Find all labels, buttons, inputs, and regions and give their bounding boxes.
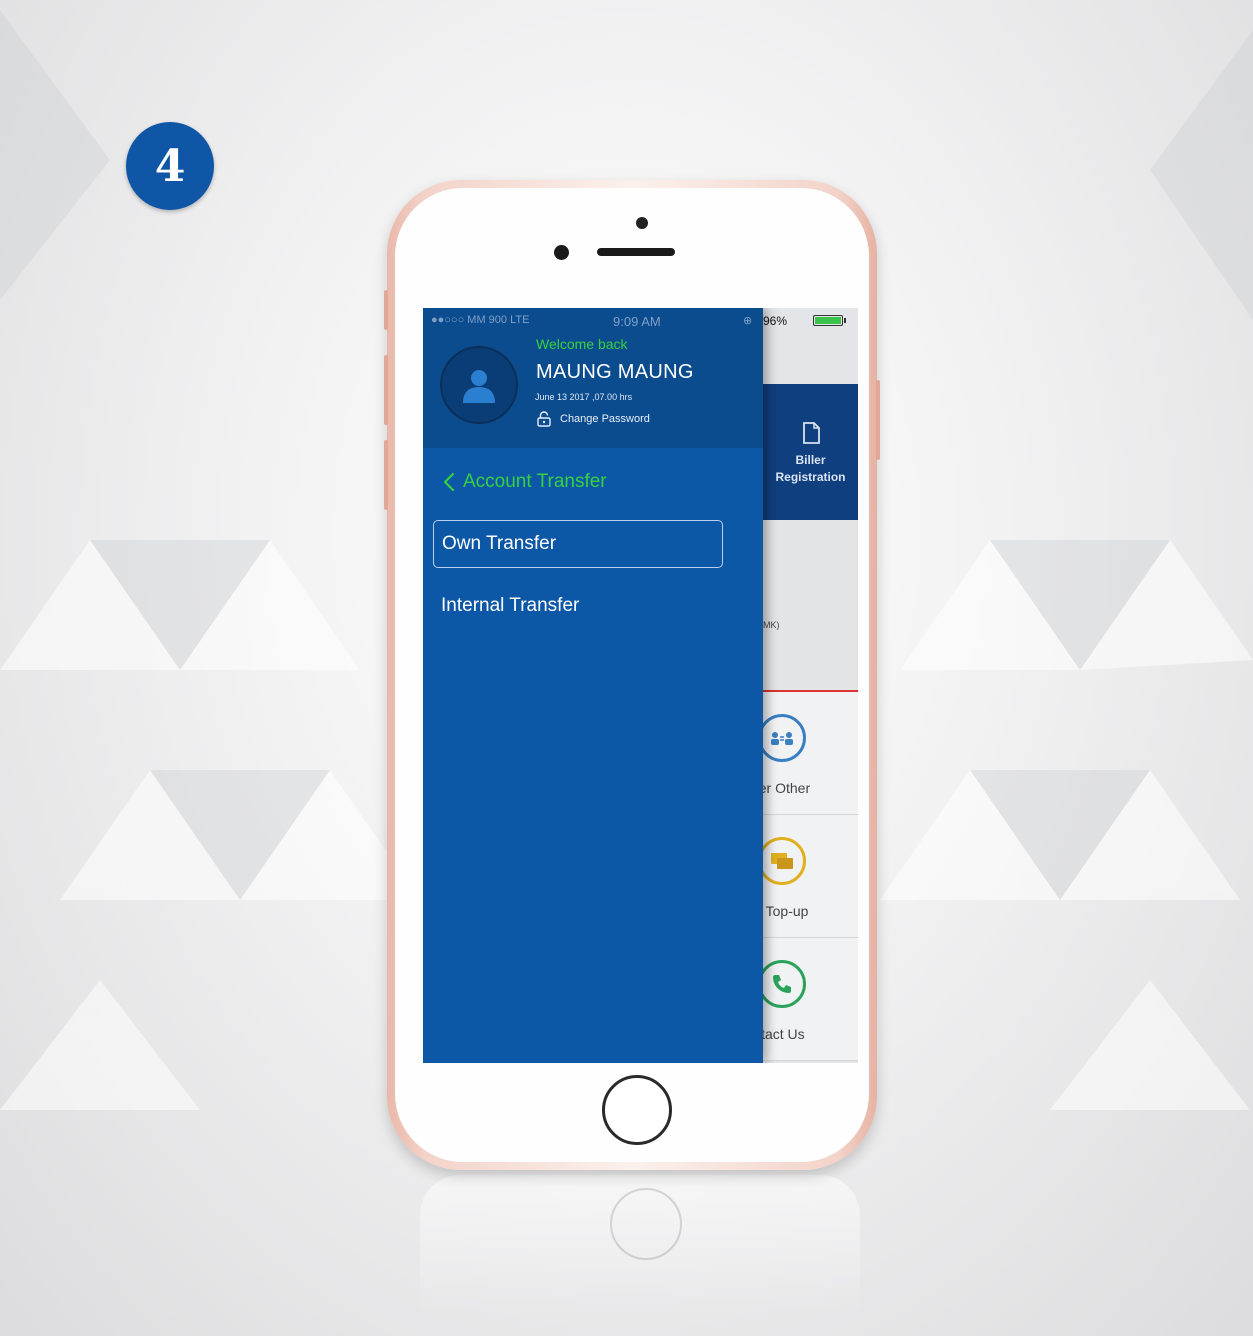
menu-item-label: Own Transfer xyxy=(442,533,557,554)
battery-percent: 96% xyxy=(763,314,788,328)
page-background: 4 96% Biller Registration MK) sfer Other… xyxy=(0,0,1253,1336)
step-number-badge: 4 xyxy=(126,122,214,210)
transfer-users-icon xyxy=(758,714,806,762)
phone-front: 96% Biller Registration MK) sfer Other r… xyxy=(395,188,869,1162)
mute-switch xyxy=(384,290,388,330)
topup-card-icon xyxy=(758,837,806,885)
menu-item-label: Internal Transfer xyxy=(441,595,580,616)
navigation-drawer: ●●○○○ MM 900 LTE 9:09 AM ⊕ Welcome back … xyxy=(423,308,763,1063)
menu-item-own-transfer[interactable]: Own Transfer xyxy=(433,520,723,568)
volume-up-button xyxy=(384,355,388,425)
balance-unit: MK) xyxy=(763,620,780,630)
document-icon xyxy=(802,422,820,444)
last-login-time: June 13 2017 ,07.00 hrs xyxy=(535,392,633,402)
chevron-left-icon xyxy=(443,472,455,492)
biller-registration-tile[interactable]: Biller Registration xyxy=(763,384,858,520)
status-time: 9:09 AM xyxy=(613,314,661,329)
volume-down-button xyxy=(384,440,388,510)
home-button[interactable] xyxy=(602,1075,672,1145)
menu-item-internal-transfer[interactable]: Internal Transfer xyxy=(433,582,723,630)
phone-device: 96% Biller Registration MK) sfer Other r… xyxy=(384,180,880,1170)
power-button xyxy=(876,380,880,460)
section-title: Account Transfer xyxy=(463,471,607,492)
reflection-home-button xyxy=(610,1188,682,1260)
biller-registration-label: Biller Registration xyxy=(775,453,846,484)
battery-tip xyxy=(844,318,846,323)
front-camera xyxy=(554,245,569,260)
phone-icon xyxy=(758,960,806,1008)
change-password-label: Change Password xyxy=(560,413,650,425)
user-name: MAUNG MAUNG xyxy=(536,361,694,383)
user-icon[interactable] xyxy=(440,346,518,424)
drawer-header: ●●○○○ MM 900 LTE 9:09 AM ⊕ Welcome back … xyxy=(423,308,763,448)
phone-screen: 96% Biller Registration MK) sfer Other r… xyxy=(423,308,858,1063)
change-password-link[interactable]: Change Password xyxy=(537,411,650,427)
welcome-text: Welcome back xyxy=(536,336,628,352)
account-transfer-back[interactable]: Account Transfer xyxy=(443,471,607,493)
lock-icon xyxy=(537,411,551,427)
battery-icon xyxy=(813,315,843,326)
alarm-icon: ⊕ xyxy=(743,315,753,327)
proximity-sensor xyxy=(636,217,648,229)
earpiece-speaker xyxy=(597,248,675,256)
carrier-status: ●●○○○ MM 900 LTE xyxy=(431,314,530,326)
